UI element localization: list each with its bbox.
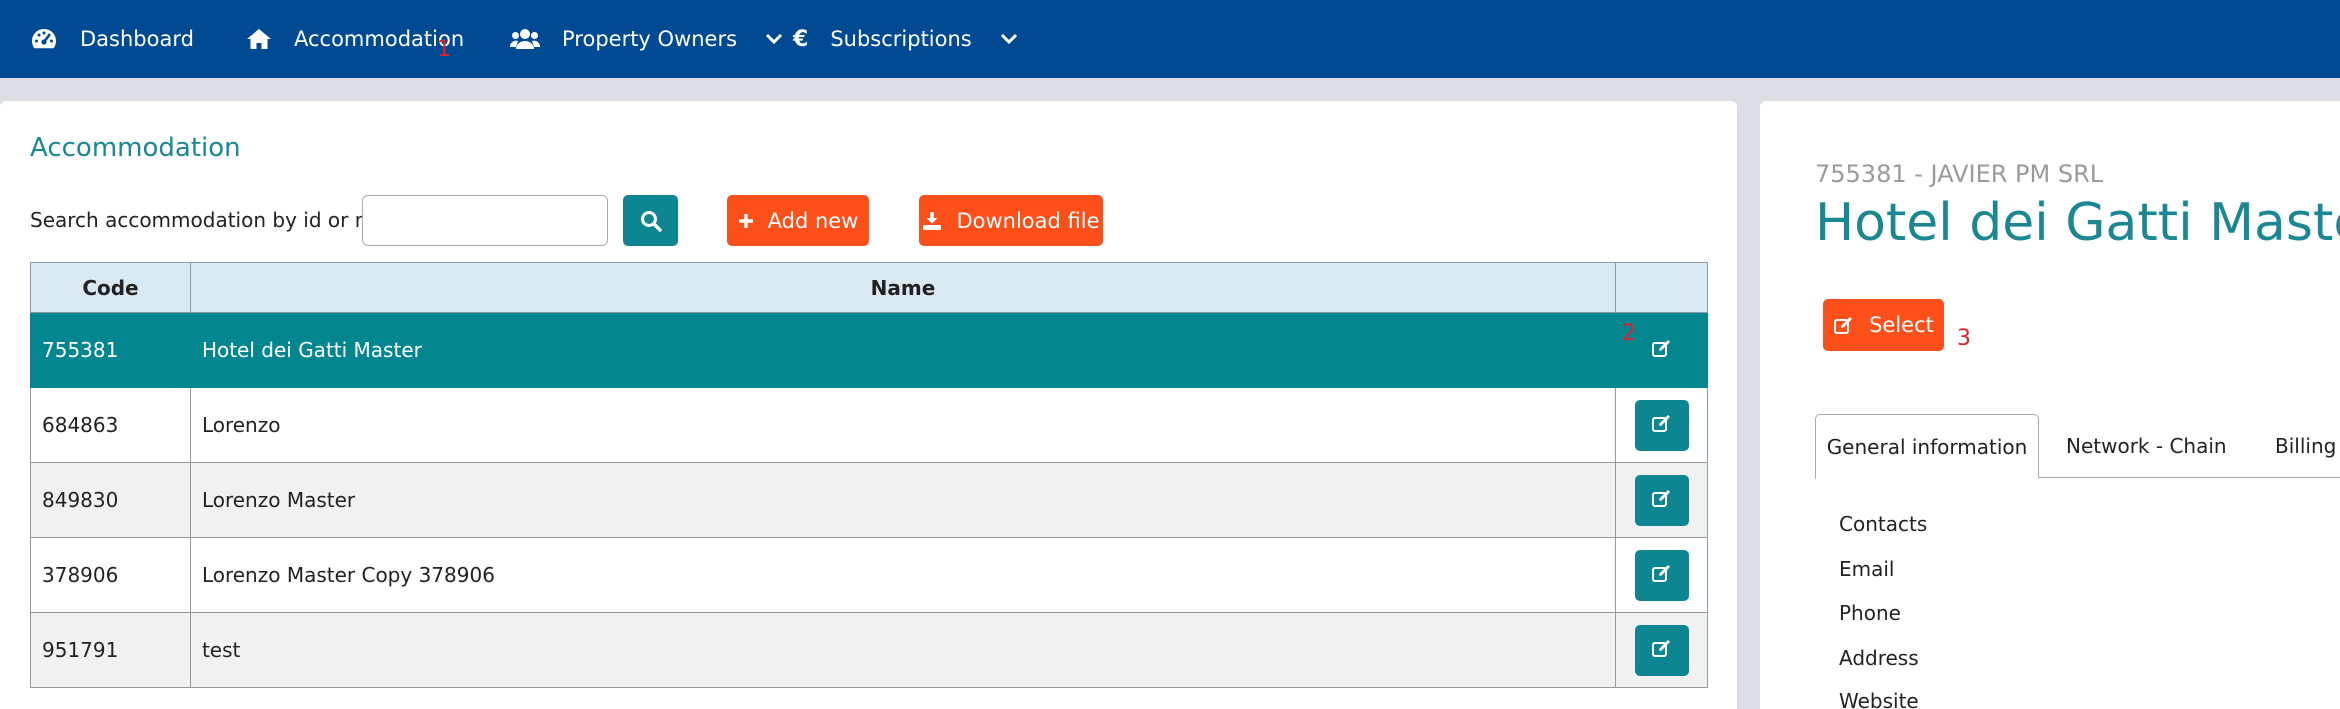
tab-general-information[interactable]: General information xyxy=(1815,414,2039,479)
users-icon xyxy=(510,27,540,51)
edit-icon xyxy=(1651,338,1673,363)
tab-network-chain[interactable]: Network - Chain xyxy=(2066,414,2227,478)
edit-icon xyxy=(1651,563,1673,588)
chevron-down-icon xyxy=(1000,33,1018,45)
search-icon xyxy=(640,210,662,232)
nav-dashboard[interactable]: Dashboard xyxy=(30,0,194,78)
tab-billing[interactable]: Billing xyxy=(2275,414,2336,478)
column-header-code[interactable]: Code xyxy=(30,262,191,313)
cell-name: Hotel dei Gatti Master xyxy=(189,312,1617,388)
table-header-row: Code Name xyxy=(30,262,1708,313)
cell-actions xyxy=(1615,612,1708,688)
edit-row-button[interactable] xyxy=(1634,399,1689,451)
top-navigation-bar: Dashboard Accommodation 1 Property Owner… xyxy=(0,0,2340,78)
edit-icon xyxy=(1651,488,1673,513)
nav-dashboard-label: Dashboard xyxy=(80,27,194,51)
nav-accommodation[interactable]: Accommodation xyxy=(246,0,464,78)
cell-name: Lorenzo xyxy=(189,387,1617,463)
cell-actions xyxy=(1615,537,1708,613)
column-header-name[interactable]: Name xyxy=(189,262,1617,313)
download-icon xyxy=(922,211,942,231)
download-file-button[interactable]: Download file xyxy=(919,195,1103,246)
info-contacts: Contacts xyxy=(1839,512,1928,536)
search-input[interactable] xyxy=(362,195,608,246)
cell-code: 684863 xyxy=(30,387,191,463)
add-new-button[interactable]: Add new xyxy=(727,195,869,246)
edit-row-button[interactable] xyxy=(1635,325,1689,376)
cell-code: 378906 xyxy=(30,537,191,613)
nav-property-owners-label: Property Owners xyxy=(562,27,738,51)
table-row[interactable]: 951791 test xyxy=(30,612,1708,688)
accommodation-table: Code Name 755381 Hotel dei Gatti Master … xyxy=(30,262,1708,688)
info-email: Email xyxy=(1839,557,1895,581)
nav-subscriptions[interactable]: € Subscriptions xyxy=(793,0,1018,78)
info-phone: Phone xyxy=(1839,601,1901,625)
annotation-marker-3: 3 xyxy=(1957,326,1971,351)
select-label: Select xyxy=(1869,313,1934,337)
detail-tabs: General information Network - Chain Bill… xyxy=(1815,414,2340,479)
info-address: Address xyxy=(1839,646,1919,670)
nav-subscriptions-label: Subscriptions xyxy=(830,27,972,51)
cell-code: 755381 xyxy=(30,312,191,388)
cell-actions xyxy=(1615,387,1708,463)
edit-icon xyxy=(1651,638,1673,663)
search-label: Search accommodation by id or name: xyxy=(30,208,419,232)
info-website: Website xyxy=(1839,689,1919,709)
add-new-label: Add new xyxy=(767,208,859,233)
table-row[interactable]: 849830 Lorenzo Master xyxy=(30,462,1708,538)
chevron-down-icon xyxy=(765,33,783,45)
column-header-actions xyxy=(1615,262,1708,313)
select-button[interactable]: Select xyxy=(1823,299,1944,351)
edit-row-button[interactable] xyxy=(1634,549,1689,601)
edit-row-button[interactable] xyxy=(1634,474,1689,526)
cell-actions xyxy=(1615,462,1708,538)
detail-title: Hotel dei Gatti Master xyxy=(1815,193,2340,253)
edit-icon xyxy=(1651,413,1673,438)
page-title: Accommodation xyxy=(30,133,241,163)
gauge-icon xyxy=(30,27,58,51)
table-row[interactable]: 378906 Lorenzo Master Copy 378906 xyxy=(30,537,1708,613)
search-button[interactable] xyxy=(623,195,678,246)
euro-icon: € xyxy=(793,26,809,52)
edit-icon xyxy=(1833,315,1855,335)
plus-icon xyxy=(738,213,754,229)
cell-name: Lorenzo Master Copy 378906 xyxy=(189,537,1617,613)
download-file-label: Download file xyxy=(956,208,1100,233)
cell-code: 951791 xyxy=(30,612,191,688)
detail-subtitle: 755381 - JAVIER PM SRL xyxy=(1815,160,2104,188)
table-row[interactable]: 684863 Lorenzo xyxy=(30,387,1708,463)
cell-name: test xyxy=(189,612,1617,688)
home-icon xyxy=(246,28,272,50)
cell-name: Lorenzo Master xyxy=(189,462,1617,538)
cell-code: 849830 xyxy=(30,462,191,538)
table-row[interactable]: 755381 Hotel dei Gatti Master xyxy=(30,312,1708,388)
annotation-marker-2: 2 xyxy=(1622,321,1636,346)
edit-row-button[interactable] xyxy=(1634,624,1689,676)
annotation-marker-1: 1 xyxy=(437,37,451,62)
nav-property-owners[interactable]: Property Owners xyxy=(510,0,783,78)
